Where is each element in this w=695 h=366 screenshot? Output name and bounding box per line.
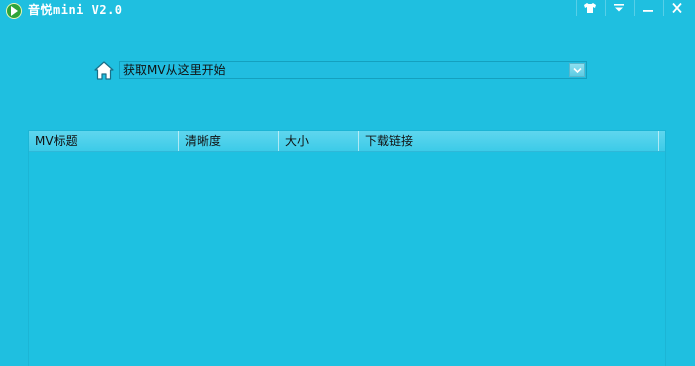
column-header-quality[interactable]: 清晰度	[179, 131, 279, 151]
home-icon[interactable]	[93, 60, 115, 82]
menu-button[interactable]	[605, 0, 632, 16]
mv-list[interactable]: MV标题 清晰度 大小 下载链接	[29, 131, 665, 366]
url-input[interactable]: 获取MV从这里开始	[119, 61, 587, 79]
column-header-download-link[interactable]: 下载链接	[359, 131, 659, 151]
close-button[interactable]	[663, 0, 690, 16]
column-header-title[interactable]: MV标题	[29, 131, 179, 151]
close-icon	[672, 3, 682, 13]
url-dropdown-button[interactable]	[569, 63, 585, 77]
url-input-text: 获取MV从这里开始	[123, 63, 226, 77]
window-controls	[574, 0, 690, 16]
app-logo-icon	[6, 3, 22, 19]
skin-icon	[584, 3, 596, 13]
minimize-icon	[643, 10, 653, 12]
title-bar[interactable]: 音悦mini V2.0	[0, 0, 695, 22]
minimize-button[interactable]	[634, 0, 661, 16]
column-header-size[interactable]: 大小	[279, 131, 359, 151]
menu-icon	[614, 4, 624, 12]
list-header: MV标题 清晰度 大小 下载链接	[29, 131, 665, 152]
chevron-down-icon	[573, 67, 582, 74]
app-title: 音悦mini V2.0	[28, 3, 123, 17]
skin-button[interactable]	[576, 0, 603, 16]
